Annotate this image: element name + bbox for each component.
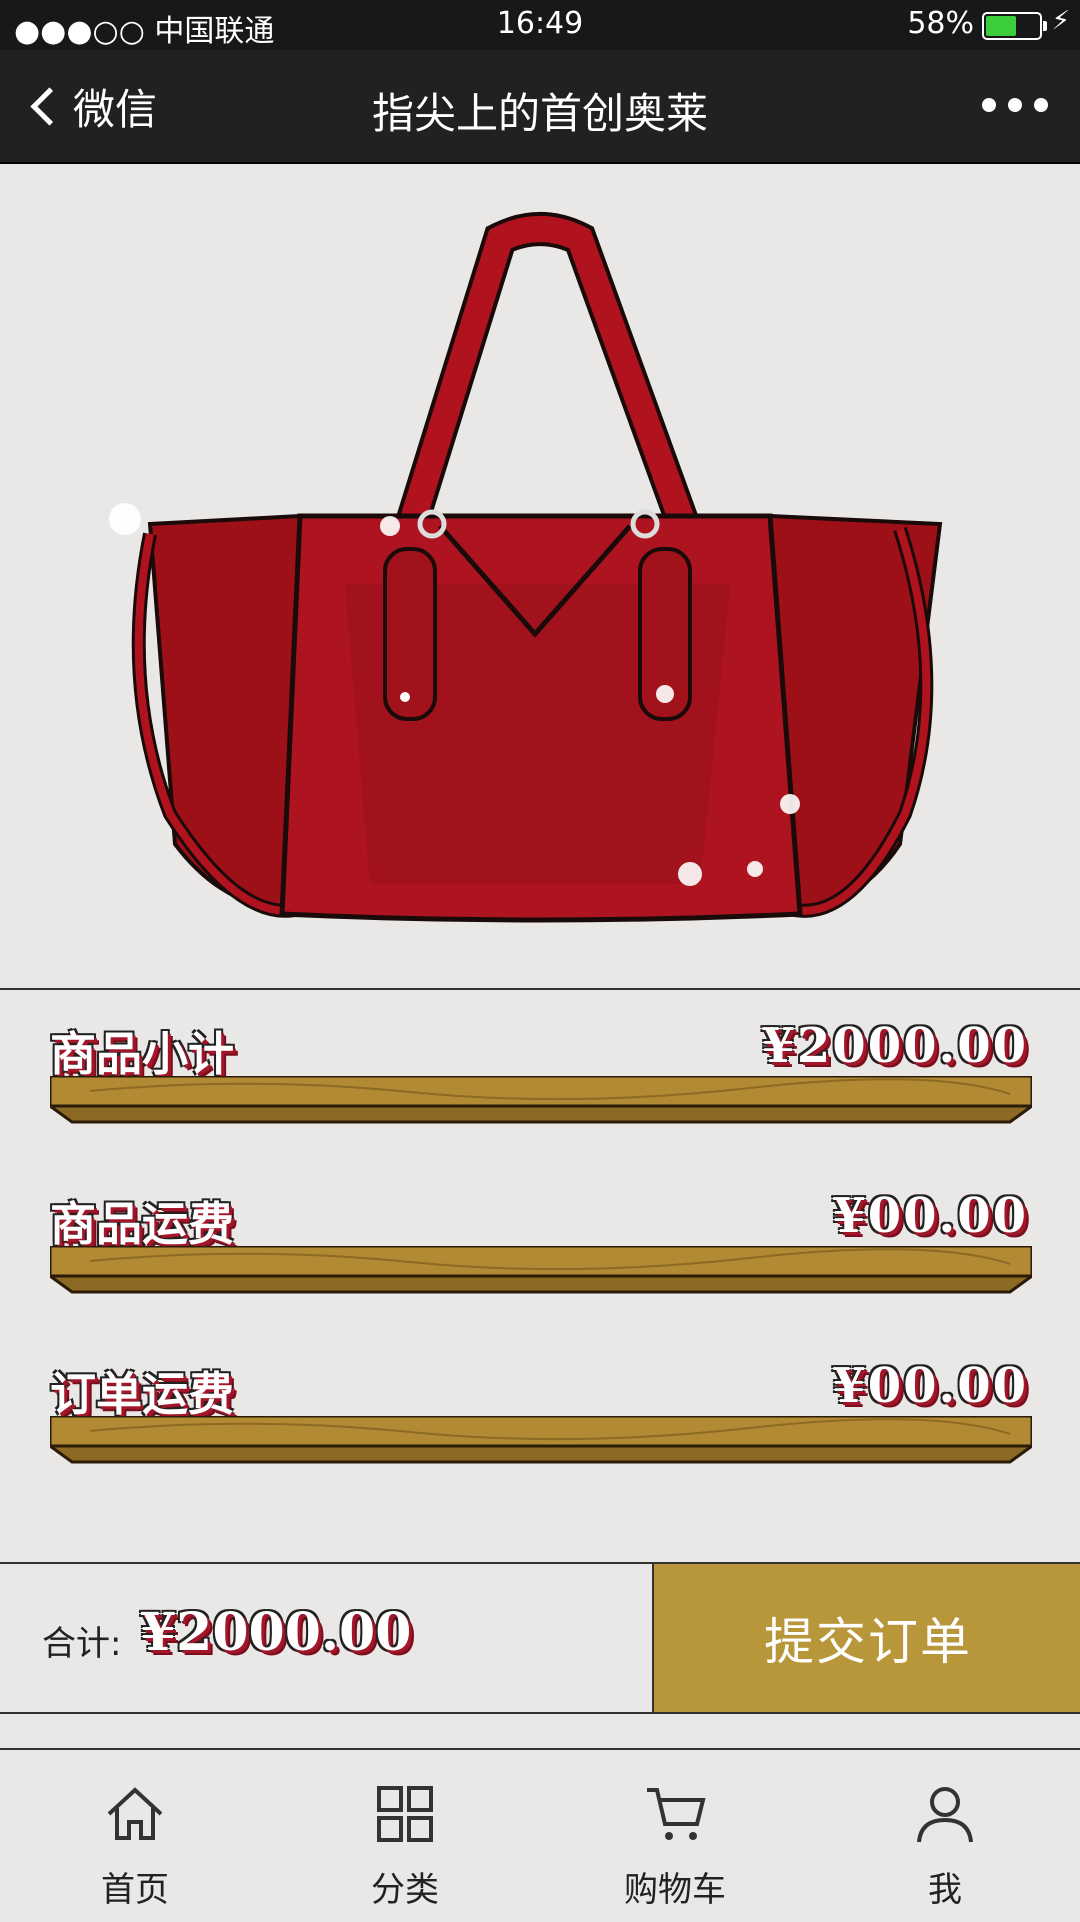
dot-icon xyxy=(982,98,996,112)
more-menu-button[interactable] xyxy=(982,98,1048,112)
wooden-plank xyxy=(50,1076,1032,1124)
tab-me[interactable]: 我 xyxy=(810,1750,1080,1922)
page-title: 指尖上的首创奥莱 xyxy=(371,89,708,138)
summary-value: ¥2000.00 xyxy=(761,1018,1028,1074)
user-icon xyxy=(917,1787,973,1843)
battery-percentage: 58% xyxy=(907,6,974,41)
wooden-plank xyxy=(50,1246,1032,1294)
battery-icon xyxy=(982,12,1047,40)
tab-label: 购物车 xyxy=(624,1870,726,1910)
dot-icon xyxy=(1008,98,1022,112)
cart-icon xyxy=(647,1788,706,1840)
summary-value: ¥00.00 xyxy=(832,1188,1028,1244)
wooden-plank xyxy=(50,1416,1032,1464)
total-value: ¥2000.00 xyxy=(140,1602,412,1663)
home-icon xyxy=(107,1787,163,1840)
tab-label: 我 xyxy=(928,1870,962,1910)
summary-value: ¥00.00 xyxy=(832,1358,1028,1414)
tab-bar: 首页 分类 购物车 我 xyxy=(0,1748,1080,1922)
status-bar: ●●●○○ 中国联通 16:49 58% ⚡ xyxy=(0,0,1080,50)
tab-cart[interactable]: 购物车 xyxy=(540,1750,810,1922)
order-total-bar: 合计: ¥2000.00 提交订单 xyxy=(0,1562,1080,1714)
submit-order-button[interactable]: 提交订单 xyxy=(652,1564,1080,1712)
charging-icon: ⚡ xyxy=(1051,6,1070,36)
summary-label: 商品小计 xyxy=(50,1027,234,1081)
summary-label: 商品运费 xyxy=(50,1197,234,1251)
product-image xyxy=(0,164,1080,989)
divider xyxy=(0,988,1080,990)
handbag-illustration xyxy=(109,212,943,923)
tab-category[interactable]: 分类 xyxy=(270,1750,540,1922)
total-label: 合计: xyxy=(42,1624,122,1664)
tab-label: 首页 xyxy=(101,1870,169,1910)
summary-row-order-shipping: 订单运费 ¥00.00 xyxy=(50,1358,1032,1468)
summary-row-item-shipping: 商品运费 ¥00.00 xyxy=(50,1188,1032,1298)
tab-home[interactable]: 首页 xyxy=(0,1750,270,1922)
nav-bar: 微信 指尖上的首创奥莱 xyxy=(0,50,1080,164)
summary-row-subtotal: 商品小计 ¥2000.00 xyxy=(50,1018,1032,1128)
summary-label: 订单运费 xyxy=(50,1367,234,1421)
grid-icon xyxy=(377,1786,433,1842)
tab-label: 分类 xyxy=(371,1870,439,1910)
dot-icon xyxy=(1034,98,1048,112)
